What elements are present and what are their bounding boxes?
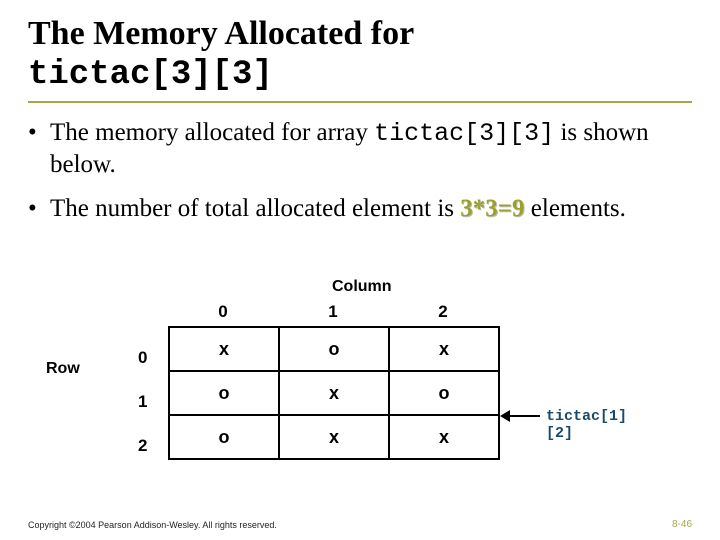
- col-head-0: 0: [168, 302, 278, 322]
- cell-2-0: o: [169, 415, 279, 459]
- title-line1: The Memory Allocated for: [28, 15, 414, 52]
- column-headers: 0 1 2: [168, 302, 498, 322]
- cell-2-1: x: [279, 415, 389, 459]
- bullet-2: The number of total allocated element is…: [28, 193, 692, 224]
- bullet-1-pre: The memory allocated for array: [50, 119, 374, 146]
- col-head-2: 2: [388, 302, 498, 322]
- table-row: o x o: [169, 371, 499, 415]
- row-headers: 0 1 2: [138, 336, 147, 468]
- copyright-footer: Copyright ©2004 Pearson Addison-Wesley. …: [28, 520, 277, 530]
- page-number: 8-46: [672, 519, 692, 530]
- table-row: x o x: [169, 327, 499, 371]
- array-grid: x o x o x o o x x: [168, 326, 500, 460]
- cell-2-2: x: [389, 415, 499, 459]
- slide-title: The Memory Allocated for tictac[3][3]: [28, 14, 692, 95]
- cell-1-1: x: [279, 371, 389, 415]
- bullet-2-pre: The number of total allocated element is: [50, 195, 460, 222]
- cell-0-2: x: [389, 327, 499, 371]
- bullet-2-highlight: 3*3=9: [460, 195, 524, 222]
- column-axis-label: Column: [332, 278, 392, 296]
- row-axis-label: Row: [46, 360, 80, 378]
- bullet-1: The memory allocated for array tictac[3]…: [28, 117, 692, 181]
- bullet-list: The memory allocated for array tictac[3]…: [28, 117, 692, 224]
- cell-annotation: tictac[1][2]: [546, 408, 654, 442]
- arrow-icon: [500, 410, 540, 422]
- row-head-0: 0: [138, 336, 147, 380]
- title-code: tictac[3][3]: [28, 56, 273, 94]
- title-rule: [28, 101, 692, 103]
- cell-1-2: o: [389, 371, 499, 415]
- bullet-2-post: elements.: [531, 195, 626, 222]
- cell-0-0: x: [169, 327, 279, 371]
- row-head-1: 1: [138, 380, 147, 424]
- table-row: o x x: [169, 415, 499, 459]
- bullet-1-code: tictac[3][3]: [374, 119, 554, 148]
- col-head-1: 1: [278, 302, 388, 322]
- row-head-2: 2: [138, 424, 147, 468]
- cell-1-0: o: [169, 371, 279, 415]
- cell-0-1: o: [279, 327, 389, 371]
